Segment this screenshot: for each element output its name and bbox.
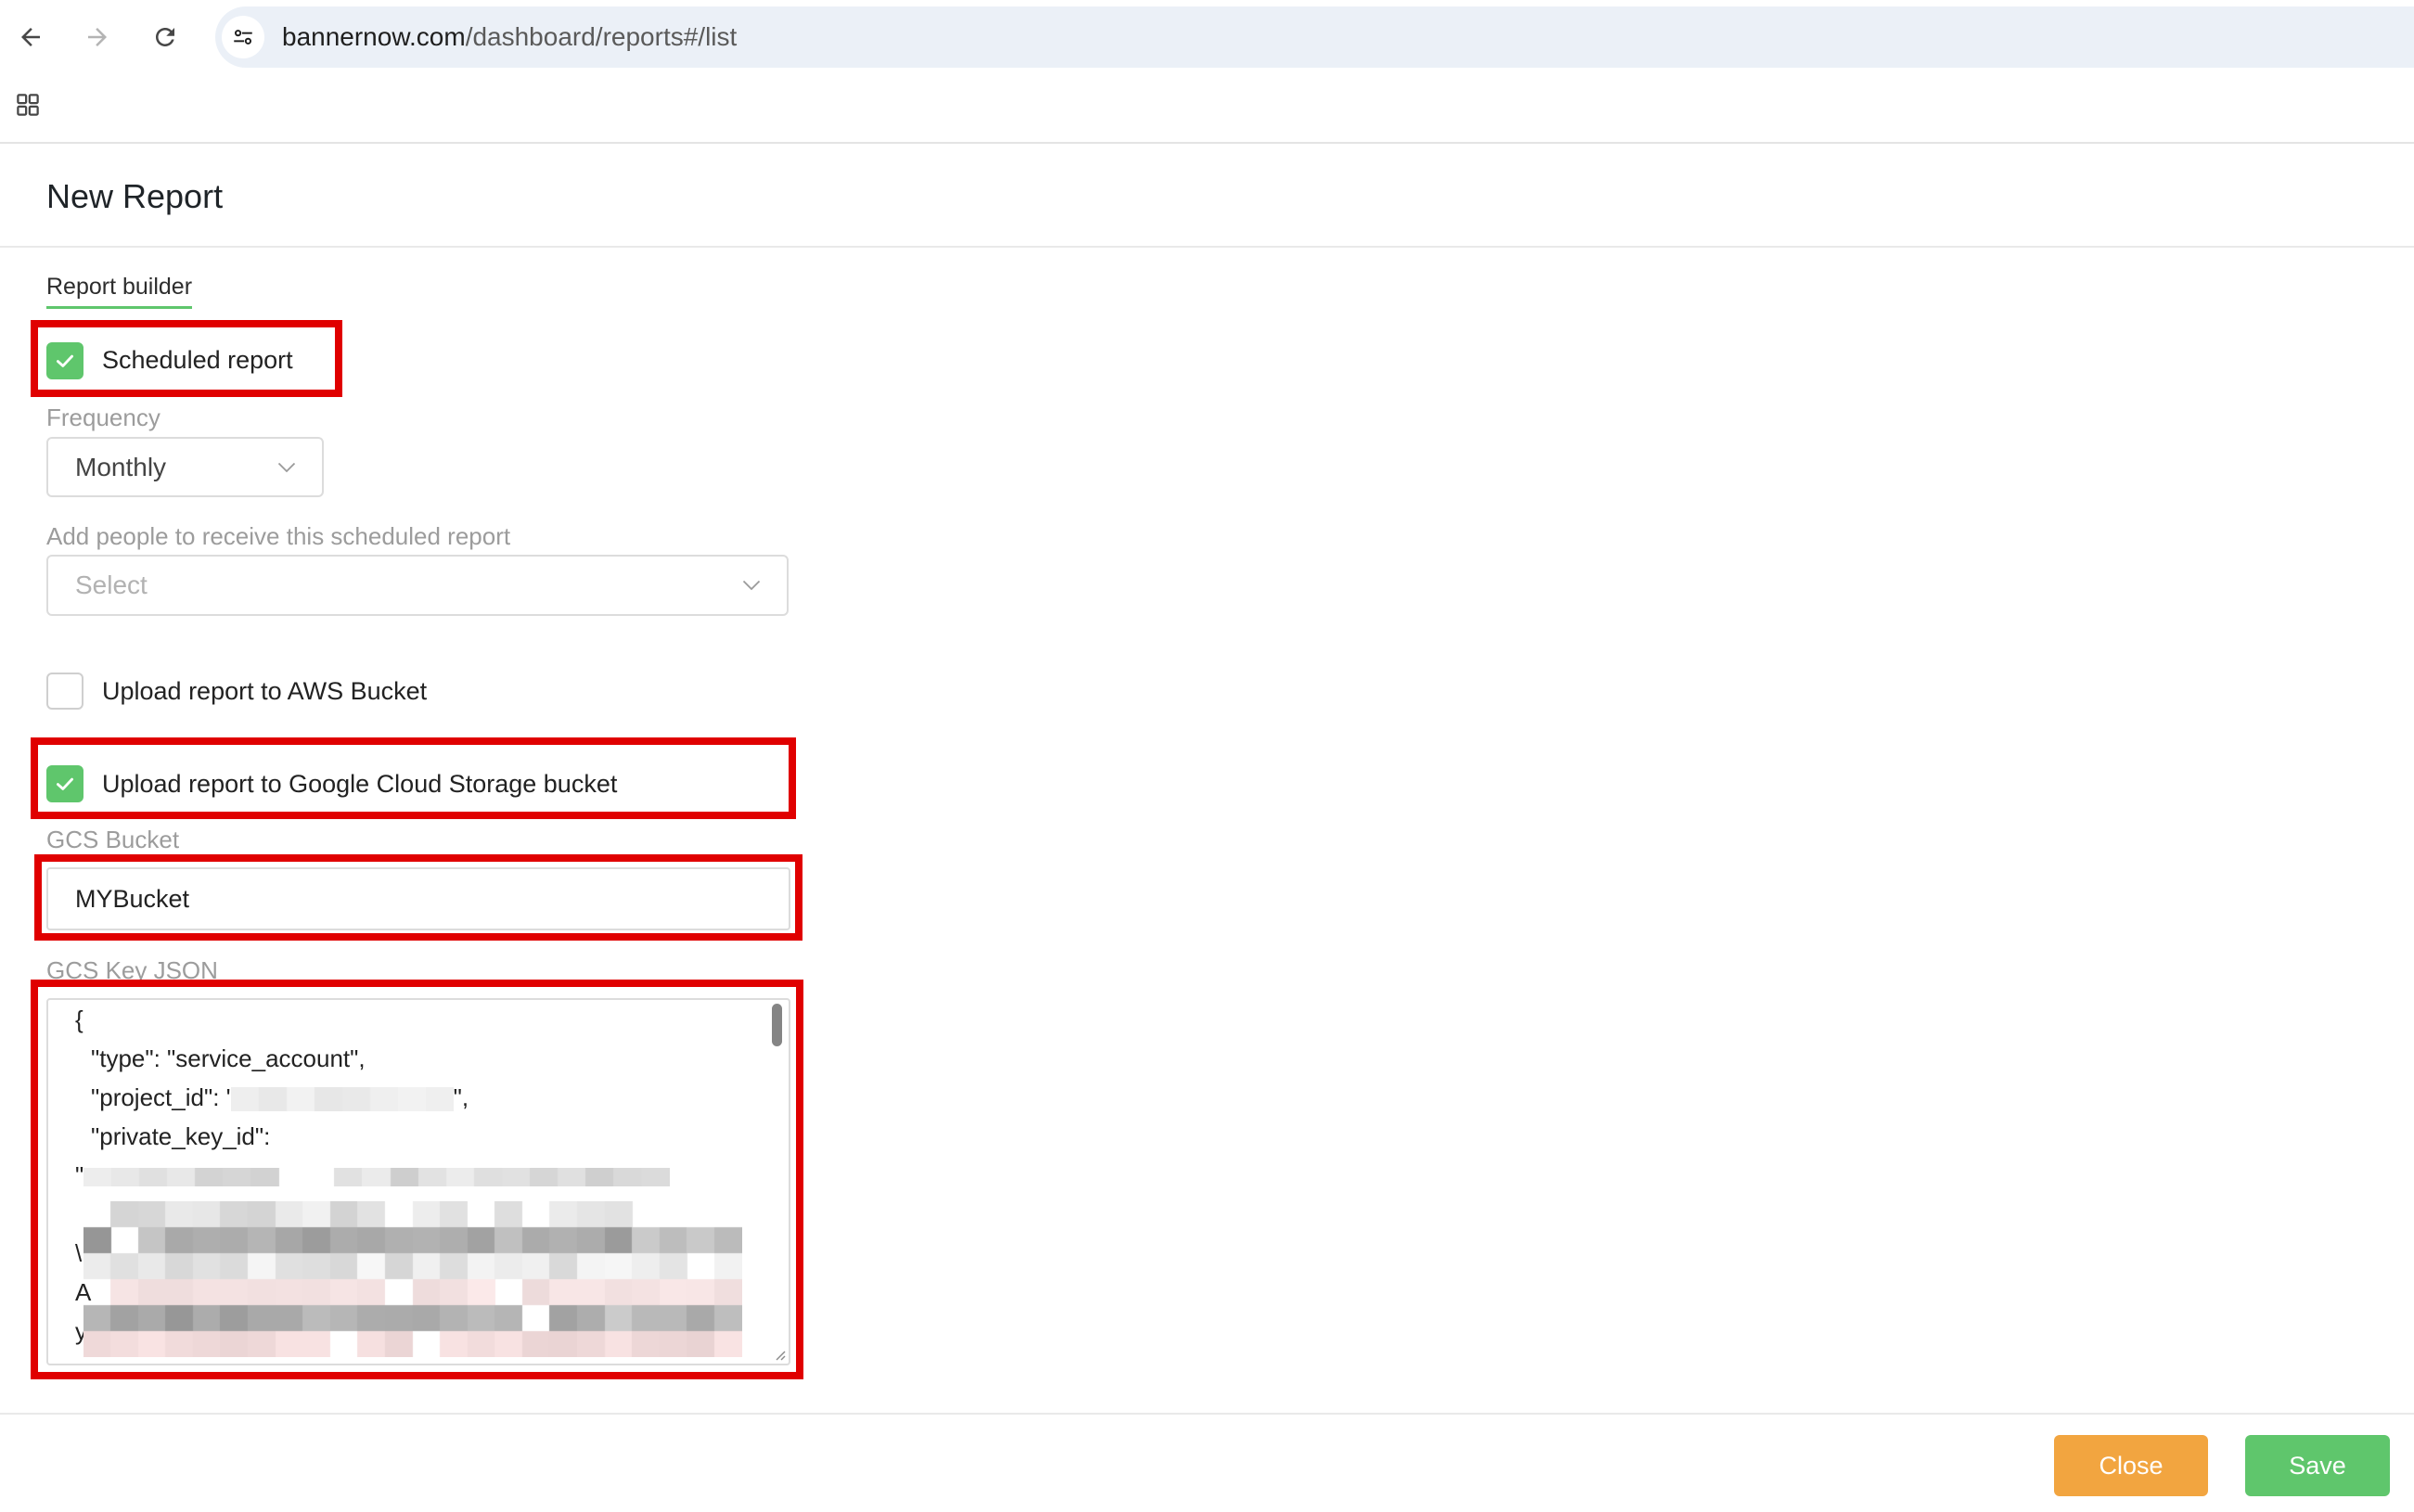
json-line: "type": "service_account",	[75, 1039, 670, 1078]
check-icon	[57, 354, 73, 367]
resize-handle-icon[interactable]	[772, 1347, 787, 1362]
redacted-private-key-id	[83, 1168, 671, 1187]
gcs-key-json-label: GCS Key JSON	[46, 956, 218, 984]
dialog-title: New Report	[46, 177, 224, 215]
header-divider	[0, 246, 2414, 248]
scheduled-report-label[interactable]: Scheduled report	[102, 341, 293, 378]
json-text: {	[75, 1006, 83, 1033]
json-text: ",	[453, 1083, 469, 1111]
tune-icon	[234, 30, 252, 45]
json-text: "project_id": '	[91, 1083, 231, 1111]
reload-button[interactable]	[147, 19, 184, 56]
url-domain: bannernow.com	[282, 22, 466, 51]
json-text: \	[75, 1239, 83, 1267]
recipients-placeholder: Select	[75, 570, 148, 599]
gcs-upload-checkbox[interactable]	[46, 765, 83, 802]
recipients-select[interactable]: Select	[46, 555, 789, 616]
browser-content-divider	[0, 142, 2414, 144]
save-button[interactable]: Save	[2245, 1435, 2390, 1496]
forward-button[interactable]	[79, 19, 116, 56]
back-button[interactable]	[12, 19, 49, 56]
gcs-upload-label[interactable]: Upload report to Google Cloud Storage bu…	[102, 765, 617, 802]
arrow-left-icon	[21, 28, 40, 46]
json-text: "type": "service_account",	[91, 1044, 366, 1072]
close-button[interactable]: Close	[2054, 1435, 2208, 1496]
gcs-bucket-value: MYBucket	[75, 884, 190, 913]
redacted-project-id	[230, 1087, 454, 1112]
site-info-button[interactable]	[222, 16, 264, 58]
json-line: "	[75, 1156, 671, 1195]
redacted-key-block	[83, 1201, 742, 1357]
url-text[interactable]: bannernow.com/dashboard/reports#/list	[282, 6, 737, 68]
json-line: "private_key_id":	[75, 1117, 670, 1156]
url-path: /dashboard/reports#/list	[465, 22, 738, 51]
scheduled-report-checkbox[interactable]	[46, 342, 83, 379]
footer-divider	[0, 1413, 2414, 1415]
json-text: "	[75, 1161, 84, 1189]
json-line: "project_id": ' ",	[75, 1078, 670, 1117]
frequency-select[interactable]: Monthly	[46, 437, 324, 497]
chevron-down-icon	[742, 580, 761, 591]
tab-report-builder[interactable]: Report builder	[46, 271, 193, 309]
apps-grid-icon[interactable]	[14, 91, 42, 119]
gcs-key-json-textarea[interactable]: { "type": "service_account", "project_id…	[46, 998, 790, 1365]
arrow-right-icon	[88, 28, 107, 46]
frequency-value: Monthly	[75, 452, 167, 481]
gcs-bucket-input[interactable]: MYBucket	[46, 867, 790, 930]
frequency-label: Frequency	[46, 404, 161, 431]
check-icon	[57, 777, 73, 790]
chevron-down-icon	[277, 462, 296, 472]
recipients-label: Add people to receive this scheduled rep…	[46, 522, 511, 550]
browser-toolbar: bannernow.com/dashboard/reports#/list	[0, 0, 2414, 72]
json-text: "private_key_id":	[91, 1122, 271, 1150]
json-line: {	[75, 1000, 670, 1039]
aws-upload-label[interactable]: Upload report to AWS Bucket	[102, 673, 427, 710]
textarea-scrollbar-thumb[interactable]	[772, 1004, 782, 1046]
bookmarks-bar	[0, 72, 2414, 142]
gcs-bucket-label: GCS Bucket	[46, 826, 180, 853]
reload-icon	[156, 28, 174, 46]
address-bar[interactable]: bannernow.com/dashboard/reports#/list	[215, 6, 2414, 68]
aws-upload-checkbox[interactable]	[46, 673, 83, 710]
